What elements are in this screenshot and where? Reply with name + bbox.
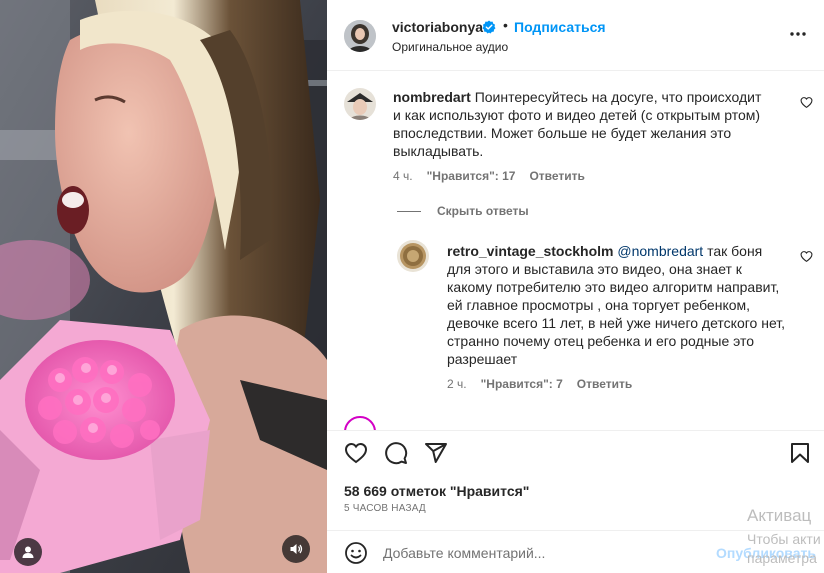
author-username[interactable]: victoriabonya <box>392 19 483 35</box>
hide-replies-label: Скрыть ответы <box>437 204 529 218</box>
heart-icon[interactable] <box>344 441 368 465</box>
post-media[interactable] <box>0 0 327 573</box>
likes-count[interactable]: 58 669 отметок "Нравится" <box>344 483 529 499</box>
reply-text: так боня для этого и выставила это видео… <box>447 243 786 367</box>
watermark-line-1: Активац <box>747 506 812 525</box>
emoji-icon[interactable] <box>344 541 368 565</box>
audio-label[interactable]: Оригинальное аудио <box>392 40 508 54</box>
reply-meta: 2 ч. "Нравится": 7 Ответить <box>447 377 632 391</box>
comment-meta: 4 ч. "Нравится": 17 Ответить <box>393 169 585 183</box>
reply-time[interactable]: 2 ч. <box>447 377 467 391</box>
reply-like-heart-icon[interactable] <box>800 250 813 263</box>
comment-body: nombredart Поинтересуйтесь на досуге, чт… <box>393 88 773 160</box>
avatar-image <box>344 88 376 120</box>
audio-toggle-button[interactable] <box>282 535 310 563</box>
more-options-icon[interactable] <box>788 24 808 44</box>
post-timestamp[interactable]: 5 ЧАСОВ НАЗАД <box>344 503 426 514</box>
post-header: victoriabonya • Подписаться Оригинальное… <box>327 0 824 71</box>
comments-list[interactable]: nombredart Поинтересуйтесь на досуге, чт… <box>327 72 824 430</box>
avatar-image <box>344 20 376 52</box>
share-icon[interactable] <box>424 441 448 465</box>
comment-username[interactable]: nombredart <box>393 89 471 105</box>
tagged-users-button[interactable] <box>14 538 42 566</box>
bookmark-icon[interactable] <box>788 441 812 465</box>
reply-body: retro_vintage_stockholm @nombredart так … <box>447 242 787 368</box>
video-frame <box>0 0 327 573</box>
watermark-line-2: Чтобы акти <box>747 531 821 547</box>
comment-input[interactable] <box>383 542 743 564</box>
author-avatar[interactable] <box>344 20 376 52</box>
reply-button[interactable]: Ответить <box>529 169 584 183</box>
follow-button[interactable]: Подписаться <box>514 19 606 35</box>
replies-divider-line <box>397 210 421 212</box>
comment-likes-count[interactable]: "Нравится": 17 <box>427 169 516 183</box>
reply-button[interactable]: Ответить <box>577 377 632 391</box>
next-comment-avatar[interactable] <box>344 416 376 430</box>
separator-dot: • <box>503 17 508 33</box>
comment-like-heart-icon[interactable] <box>800 96 813 109</box>
user-icon <box>22 546 34 558</box>
comment-time[interactable]: 4 ч. <box>393 169 413 183</box>
reply-mention-link[interactable]: @nombredart <box>617 243 703 259</box>
reply-likes-count[interactable]: "Нравится": 7 <box>481 377 563 391</box>
watermark-line-3: параметра <box>747 550 817 566</box>
speaker-icon <box>290 544 303 554</box>
comment-icon[interactable] <box>384 441 408 465</box>
windows-activation-watermark: Активац Чтобы акти параметра <box>747 506 821 567</box>
avatar-image <box>397 240 429 272</box>
commenter-avatar[interactable] <box>344 88 376 120</box>
verified-badge-icon <box>482 20 496 34</box>
reply-username[interactable]: retro_vintage_stockholm <box>447 243 614 259</box>
hide-replies-button[interactable]: Скрыть ответы <box>397 204 529 218</box>
post-details-panel: victoriabonya • Подписаться Оригинальное… <box>327 0 824 573</box>
reply-avatar[interactable] <box>397 240 429 272</box>
